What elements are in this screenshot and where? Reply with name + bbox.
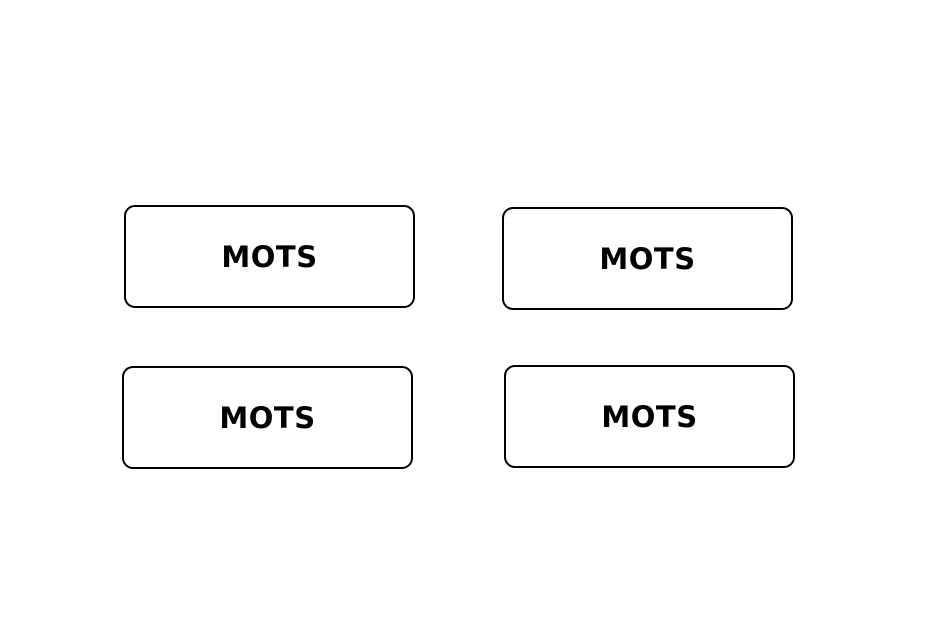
word-box-top-left: MOTS [124, 205, 415, 308]
word-box-top-right: MOTS [502, 207, 793, 310]
word-box-bottom-right: MOTS [504, 365, 795, 468]
word-box-label: MOTS [601, 399, 698, 434]
canvas: MOTS MOTS MOTS MOTS [0, 0, 939, 623]
word-box-label: MOTS [221, 239, 318, 274]
word-box-label: MOTS [219, 400, 316, 435]
word-box-bottom-left: MOTS [122, 366, 413, 469]
word-box-label: MOTS [599, 241, 696, 276]
